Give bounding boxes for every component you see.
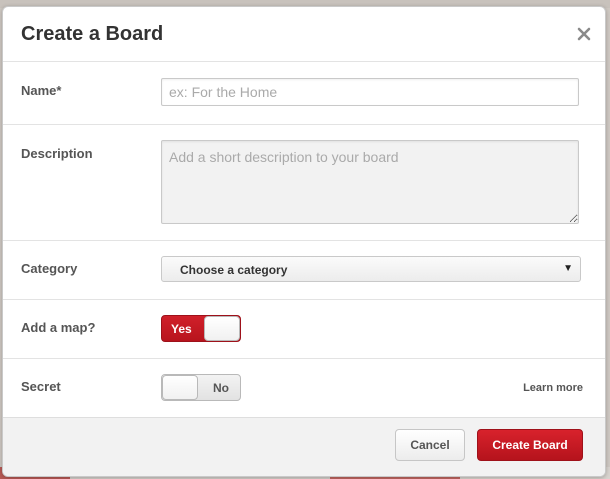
description-textarea[interactable] [161,140,579,224]
secret-toggle-label: No [213,381,229,395]
map-toggle[interactable]: Yes [161,315,241,342]
map-toggle-knob [204,316,240,341]
category-selected-value: Choose a category [180,263,288,277]
secret-label: Secret [21,379,61,394]
dialog-title: Create a Board [21,23,164,45]
learn-more-link[interactable]: Learn more [523,382,583,394]
secret-toggle[interactable]: No [161,374,241,401]
name-input[interactable] [161,78,579,106]
description-row: Description [3,125,605,241]
name-row: Name* [3,62,605,125]
create-board-button[interactable]: Create Board [477,429,583,461]
map-row: Add a map? Yes [3,300,605,359]
close-icon[interactable] [575,25,593,43]
dialog-header: Create a Board [3,7,605,62]
map-label: Add a map? [21,320,96,335]
secret-row: Secret No Learn more [3,359,605,416]
category-row: Category Choose a category ▼ [3,241,605,300]
category-select[interactable]: Choose a category ▼ [161,256,581,282]
map-toggle-label: Yes [171,322,192,336]
secret-toggle-knob [162,375,198,400]
create-board-dialog: Create a Board Name* Description Categor… [2,6,606,477]
chevron-down-icon: ▼ [563,263,573,274]
category-label: Category [21,261,78,276]
name-label: Name* [21,83,62,98]
cancel-button[interactable]: Cancel [395,429,465,461]
description-label: Description [21,146,93,161]
dialog-footer: Cancel Create Board [3,417,605,476]
